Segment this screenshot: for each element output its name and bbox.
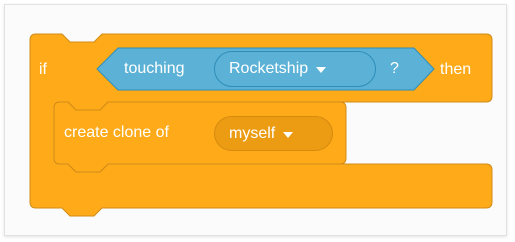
clone-target-dropdown[interactable]: myself (214, 116, 333, 151)
if-label: if (39, 61, 47, 78)
question-mark: ? (390, 60, 399, 77)
clone-target-value: myself (229, 124, 276, 142)
create-clone-label: create clone of (64, 124, 169, 141)
dropdown-arrow-icon (283, 131, 294, 138)
touching-label: touching (124, 60, 185, 77)
touching-target-dropdown[interactable]: Rocketship (214, 51, 376, 87)
dropdown-arrow-icon (316, 67, 327, 73)
touching-target-value: Rocketship (229, 60, 309, 77)
then-label: then (440, 61, 472, 78)
